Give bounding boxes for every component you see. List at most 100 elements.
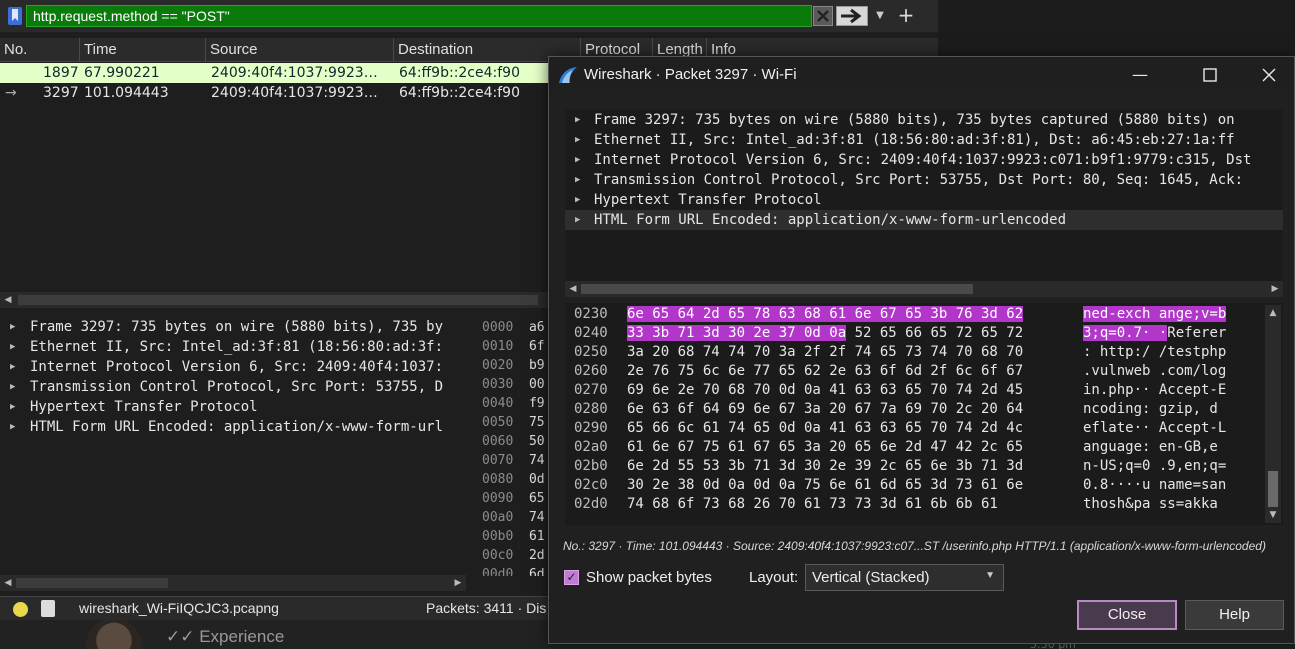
scroll-right-icon[interactable]: ▶ — [1267, 281, 1283, 297]
close-window-button[interactable] — [1246, 57, 1292, 93]
packet-dialog: Wireshark · Packet 3297 · Wi-Fi — ▶ Frame… — [548, 56, 1295, 644]
packet-list-scrollbar[interactable]: ◀ — [0, 292, 550, 308]
bytes-row: 0080 0d — [482, 472, 545, 487]
expand-arrow-icon[interactable]: ▶ — [10, 377, 15, 397]
packet-time: 67.990221 — [84, 65, 160, 81]
packet-tree: ▶ Frame 3297: 735 bytes on wire (5880 bit… — [565, 109, 1283, 287]
bytes-row: 0010 6f — [482, 339, 545, 354]
tree-row[interactable]: ▶ Hypertext Transfer Protocol — [565, 190, 1283, 210]
expand-arrow-icon[interactable]: ▶ — [10, 397, 15, 417]
column-source[interactable]: Source — [206, 38, 394, 62]
scroll-down-icon[interactable]: ▼ — [1265, 507, 1281, 523]
scroll-right-icon[interactable]: ▶ — [450, 575, 466, 591]
display-filter-toolbar: http.request.method == "POST" ▼ + — [0, 0, 938, 32]
bookmark-icon[interactable] — [6, 6, 24, 26]
chevron-down-icon: ▼ — [985, 570, 995, 581]
bytes-row: 00b0 61 — [482, 529, 545, 544]
packet-no: 1897 — [43, 65, 79, 81]
bytes-row: 0030 00 — [482, 377, 545, 392]
scroll-up-icon[interactable]: ▲ — [1265, 305, 1281, 321]
expand-arrow-icon[interactable]: ▶ — [10, 357, 15, 377]
expand-arrow-icon[interactable]: ▶ — [10, 337, 15, 357]
scrollbar-thumb[interactable] — [581, 284, 973, 294]
packet-destination: 64:ff9b::2ce4:f90 — [399, 85, 520, 101]
bytes-row: 0070 74 — [482, 453, 545, 468]
bytes-row: 0000 a6 — [482, 320, 545, 335]
expand-arrow-icon[interactable]: ▶ — [10, 317, 15, 337]
tree-row[interactable]: ▶ Internet Protocol Version 6, Src: 2409:… — [565, 150, 1283, 170]
maximize-button[interactable] — [1187, 57, 1233, 93]
packet-details-pane: ▶ Frame 3297: 735 bytes on wire (5880 bit… — [0, 316, 466, 572]
tree-scrollbar[interactable]: ◀ ▶ — [565, 281, 1283, 297]
scrollbar-thumb[interactable] — [18, 295, 538, 305]
add-filter-button[interactable]: + — [896, 3, 916, 27]
expand-arrow-icon[interactable]: ▶ — [575, 190, 580, 210]
expand-arrow-icon[interactable]: ▶ — [575, 130, 580, 150]
bytes-row: 0060 50 — [482, 434, 545, 449]
bytes-row: 0020 b9 — [482, 358, 545, 373]
apply-filter-button[interactable] — [836, 6, 868, 26]
details-scrollbar[interactable]: ◀ ▶ — [0, 575, 466, 591]
experience-heading: ✓✓ Experience — [166, 627, 285, 646]
tree-row[interactable]: ▶ Transmission Control Protocol, Src Port… — [565, 170, 1283, 190]
scrollbar-thumb[interactable] — [1268, 471, 1278, 507]
scroll-left-icon[interactable]: ◀ — [565, 281, 581, 297]
packet-no: 3297 — [43, 85, 79, 101]
layout-select[interactable]: Vertical (Stacked) ▼ — [805, 564, 1004, 591]
bytes-row: 00c0 2d — [482, 548, 545, 563]
column-time[interactable]: Time — [80, 38, 206, 62]
display-filter-input[interactable]: http.request.method == "POST" — [26, 5, 812, 27]
expand-arrow-icon[interactable]: ▶ — [575, 170, 580, 190]
packet-bytes-pane: 0000 a6 0010 6f 0020 b9 0030 00 0040 f9 … — [474, 316, 554, 576]
dialog-title: Wireshark · Packet 3297 · Wi-Fi — [584, 66, 797, 83]
help-button[interactable]: Help — [1185, 600, 1284, 630]
scrollbar-thumb[interactable] — [16, 578, 168, 588]
dialog-titlebar[interactable]: Wireshark · Packet 3297 · Wi-Fi — — [549, 57, 1294, 93]
tree-row[interactable]: ▶ Ethernet II, Src: Intel_ad:3f:81 (18:56… — [565, 130, 1283, 150]
hex-scrollbar[interactable]: ▲ ▼ — [1265, 305, 1281, 523]
chevron-down-icon: ▼ — [876, 10, 884, 21]
filter-history-dropdown[interactable]: ▼ — [873, 6, 887, 26]
bytes-row: 0050 75 — [482, 415, 545, 430]
tree-row-selected[interactable]: ▶ HTML Form URL Encoded: application/x-ww… — [565, 210, 1283, 230]
wireshark-fin-icon — [559, 67, 577, 83]
bytes-row: 00a0 74 — [482, 510, 545, 525]
packet-source: 2409:40f4:1037:9923… — [211, 65, 378, 81]
layout-label: Layout: — [749, 569, 799, 586]
clear-filter-button[interactable] — [813, 6, 833, 26]
scroll-left-icon[interactable]: ◀ — [0, 575, 16, 591]
minimize-icon: — — [1132, 65, 1148, 84]
hex-dump: 0230 6e 65 64 2d 65 78 63 68 61 6e 67 65 … — [565, 303, 1283, 525]
packet-destination: 64:ff9b::2ce4:f90 — [399, 65, 520, 81]
plus-icon: + — [897, 3, 915, 27]
expand-arrow-icon[interactable]: ▶ — [575, 210, 580, 230]
bytes-row: 0040 f9 — [482, 396, 545, 411]
expert-info-icon[interactable] — [13, 602, 28, 617]
packet-count: Packets: 3411 · Dis — [426, 600, 547, 616]
expand-arrow-icon[interactable]: ▶ — [575, 110, 580, 130]
bytes-row: 00d0 6d — [482, 567, 545, 576]
expand-arrow-icon[interactable]: ▶ — [575, 150, 580, 170]
minimize-button[interactable]: — — [1117, 57, 1163, 93]
layout-value: Vertical (Stacked) — [812, 569, 930, 586]
close-icon — [817, 10, 829, 22]
close-icon — [1262, 68, 1276, 82]
checkmark-icon: ✓ — [566, 570, 577, 584]
maximize-icon — [1203, 68, 1217, 82]
bytes-row: 0090 65 — [482, 491, 545, 506]
show-packet-bytes-checkbox[interactable]: ✓ — [564, 570, 579, 585]
experience-label: Experience — [199, 627, 285, 646]
capture-comment-icon[interactable] — [41, 600, 55, 617]
tree-row[interactable]: ▶ Frame 3297: 735 bytes on wire (5880 bit… — [565, 110, 1283, 130]
close-button[interactable]: Close — [1077, 600, 1177, 630]
packet-summary: No.: 3297 · Time: 101.094443 · Source: 2… — [563, 539, 1266, 553]
capture-file-name: wireshark_Wi-FiIQCJC3.pcapng — [79, 600, 279, 616]
packet-source: 2409:40f4:1037:9923… — [211, 85, 378, 101]
packet-time: 101.094443 — [84, 85, 169, 101]
expand-arrow-icon[interactable]: ▶ — [10, 417, 15, 437]
arrow-right-icon — [841, 8, 862, 24]
scroll-left-icon[interactable]: ◀ — [0, 292, 16, 308]
column-no[interactable]: No. — [0, 38, 80, 62]
related-packet-arrow-icon: → — [5, 85, 17, 101]
show-packet-bytes-label[interactable]: Show packet bytes — [586, 569, 712, 586]
